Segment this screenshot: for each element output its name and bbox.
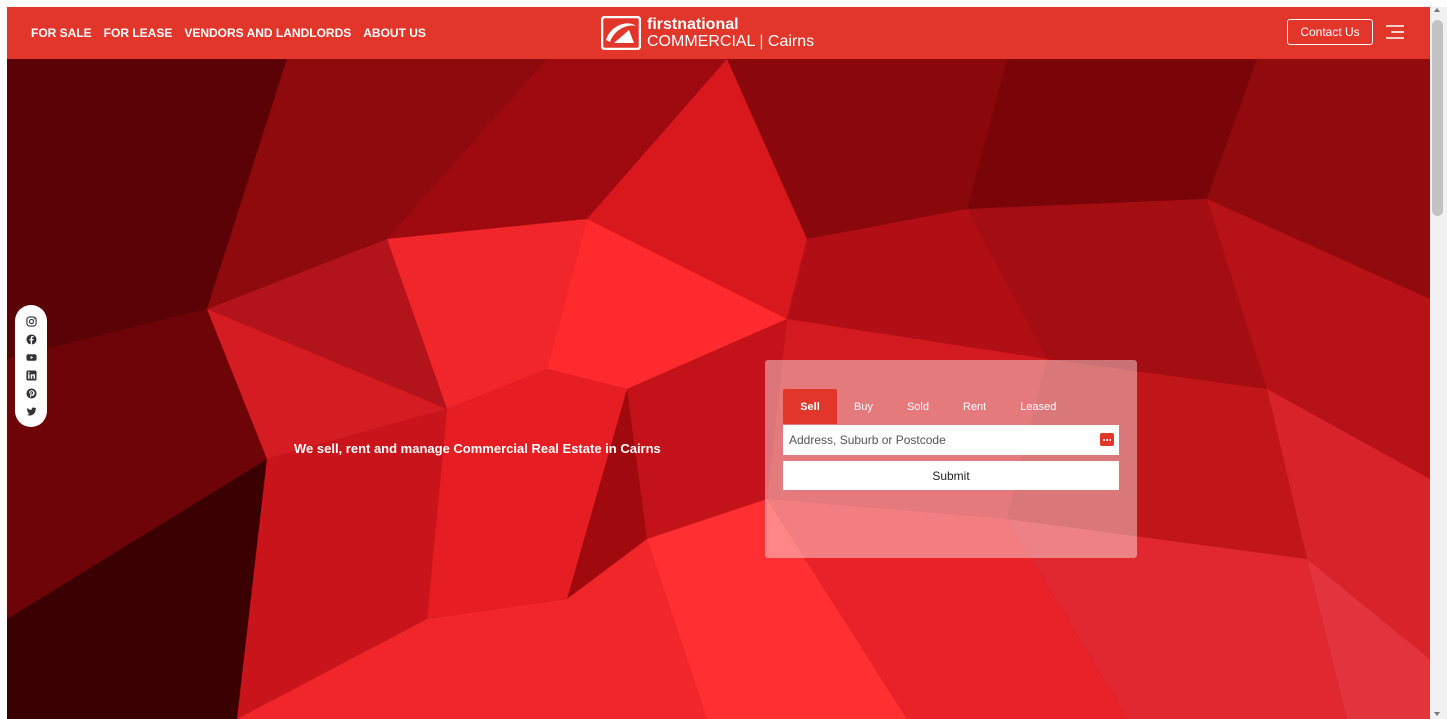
page: FOR SALE FOR LEASE VENDORS AND LANDLORDS… xyxy=(7,7,1430,719)
hamburger-menu-icon[interactable] xyxy=(1385,22,1405,42)
tab-leased[interactable]: Leased xyxy=(1003,390,1073,424)
hero-tagline: We sell, rent and manage Commercial Real… xyxy=(294,441,661,456)
search-tabs: Sell Buy Sold Rent Leased xyxy=(783,389,1073,424)
pinterest-icon[interactable] xyxy=(25,387,37,399)
logo-separator: | xyxy=(759,32,764,50)
nav-link-about-us[interactable]: ABOUT US xyxy=(363,26,426,40)
contact-us-button[interactable]: Contact Us xyxy=(1287,19,1373,45)
social-links xyxy=(15,305,47,427)
scrollbar-thumb[interactable] xyxy=(1432,20,1443,216)
more-dots-icon[interactable] xyxy=(1100,433,1114,446)
logo-line-firstnational: firstnational xyxy=(647,15,739,33)
nav-links: FOR SALE FOR LEASE VENDORS AND LANDLORDS… xyxy=(31,7,438,59)
twitter-icon[interactable] xyxy=(26,406,37,417)
brand-logo[interactable]: firstnational COMMERCIAL | Cairns xyxy=(601,14,814,52)
scroll-up-arrow-icon[interactable] xyxy=(1434,8,1440,12)
logo-wordmark: firstnational COMMERCIAL | Cairns xyxy=(647,15,815,50)
submit-button[interactable]: Submit xyxy=(783,461,1119,490)
logo-city: Cairns xyxy=(767,32,815,50)
scroll-down-arrow-icon[interactable] xyxy=(1434,712,1440,716)
address-search-input[interactable] xyxy=(783,425,1119,455)
hero-background xyxy=(7,59,1430,719)
tab-rent[interactable]: Rent xyxy=(946,390,1003,424)
tab-buy[interactable]: Buy xyxy=(837,390,890,424)
top-navbar: FOR SALE FOR LEASE VENDORS AND LANDLORDS… xyxy=(7,7,1430,59)
youtube-icon[interactable] xyxy=(25,352,37,363)
instagram-icon[interactable] xyxy=(25,315,37,327)
tab-sold[interactable]: Sold xyxy=(890,390,946,424)
facebook-icon[interactable] xyxy=(25,333,37,345)
first-national-logo-icon xyxy=(601,16,641,50)
dots-glyph xyxy=(1103,438,1111,441)
nav-link-vendors-and-landlords[interactable]: VENDORS AND LANDLORDS xyxy=(184,26,351,40)
linkedin-icon[interactable] xyxy=(25,369,37,381)
logo-line-commercial: COMMERCIAL | Cairns xyxy=(647,32,815,50)
property-search-panel: Sell Buy Sold Rent Leased Submit xyxy=(765,360,1137,558)
logo-commercial: COMMERCIAL xyxy=(647,32,755,50)
nav-link-for-sale[interactable]: FOR SALE xyxy=(31,26,92,40)
tab-sell[interactable]: Sell xyxy=(783,389,837,424)
nav-link-for-lease[interactable]: FOR LEASE xyxy=(104,26,173,40)
